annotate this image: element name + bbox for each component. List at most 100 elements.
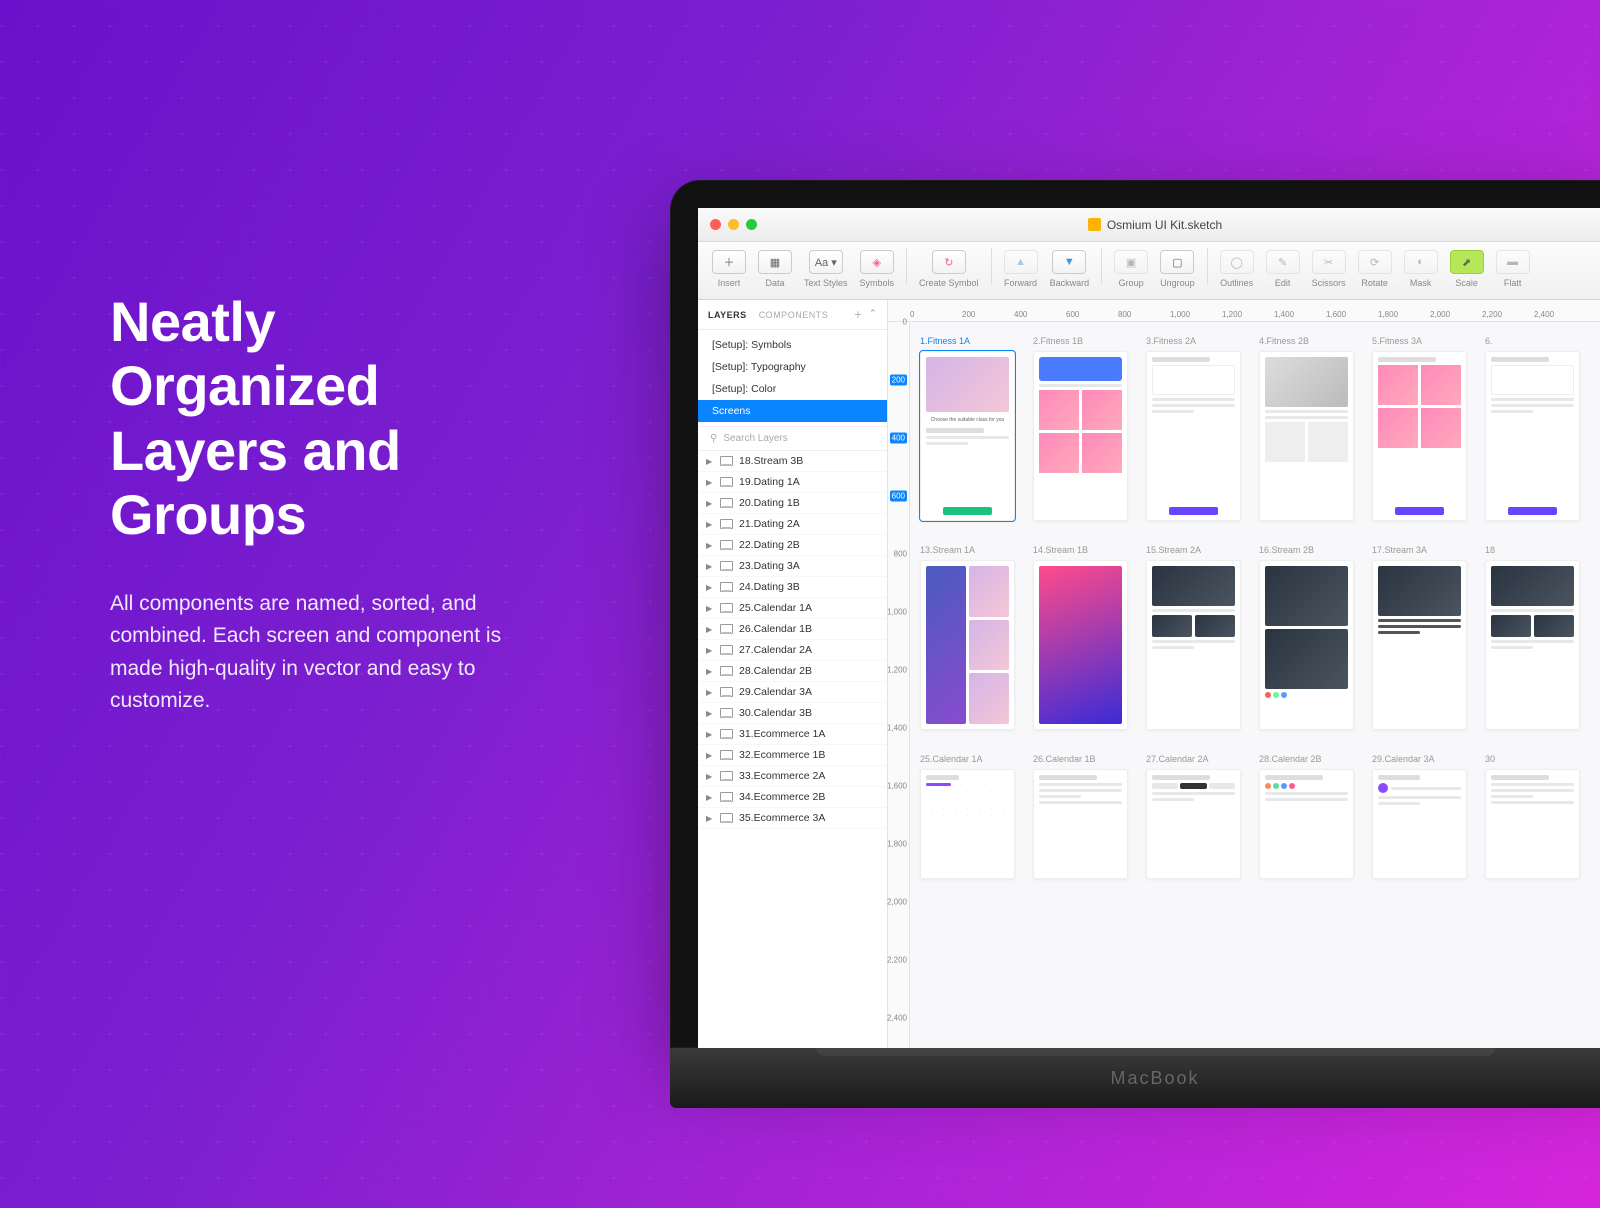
page-item[interactable]: [Setup]: Color (698, 378, 887, 400)
layer-item[interactable]: ▶26.Calendar 1B (698, 619, 887, 640)
tb-textstyles[interactable]: Aa ▾ Text Styles (800, 248, 852, 288)
artboard[interactable]: 2.Fitness 1B (1033, 336, 1128, 521)
artboard[interactable]: 29.Calendar 3A (1372, 754, 1467, 879)
disclosure-icon[interactable]: ▶ (706, 520, 714, 529)
artboard-icon (720, 687, 733, 697)
layer-item[interactable]: ▶27.Calendar 2A (698, 640, 887, 661)
tb-insert[interactable]: ＋ Insert (708, 248, 750, 288)
tab-components[interactable]: COMPONENTS (759, 310, 829, 320)
disclosure-icon[interactable]: ▶ (706, 772, 714, 781)
layer-item[interactable]: ▶20.Dating 1B (698, 493, 887, 514)
disclosure-icon[interactable]: ▶ (706, 751, 714, 760)
disclosure-icon[interactable]: ▶ (706, 457, 714, 466)
artboard[interactable]: 3.Fitness 2A (1146, 336, 1241, 521)
tb-forward[interactable]: ▲ Forward (1000, 248, 1042, 288)
layer-item[interactable]: ▶35.Ecommerce 3A (698, 808, 887, 829)
artboard[interactable]: 27.Calendar 2A (1146, 754, 1241, 879)
tb-outlines[interactable]: ◯ Outlines (1216, 248, 1258, 288)
tb-rotate[interactable]: ⟳ Rotate (1354, 248, 1396, 288)
disclosure-icon[interactable]: ▶ (706, 583, 714, 592)
artboard[interactable]: 25.Calendar 1A ··························… (920, 754, 1015, 879)
layer-item[interactable]: ▶34.Ecommerce 2B (698, 787, 887, 808)
tb-group[interactable]: ▣ Group (1110, 248, 1152, 288)
artboard-icon (720, 771, 733, 781)
page-item[interactable]: Screens (698, 400, 887, 422)
page-item[interactable]: [Setup]: Typography (698, 356, 887, 378)
tb-create-symbol[interactable]: ↻ Create Symbol (915, 248, 983, 288)
tb-edit[interactable]: ✎ Edit (1262, 248, 1304, 288)
artboard[interactable]: 6. (1485, 336, 1580, 521)
layer-search[interactable]: ⚲ Search Layers (698, 426, 887, 451)
disclosure-icon[interactable]: ▶ (706, 604, 714, 613)
close-icon[interactable] (710, 219, 721, 230)
artboard[interactable]: 4.Fitness 2B (1259, 336, 1354, 521)
tb-backward[interactable]: ▼ Backward (1046, 248, 1094, 288)
layer-item[interactable]: ▶25.Calendar 1A (698, 598, 887, 619)
artboard[interactable]: 28.Calendar 2B (1259, 754, 1354, 879)
layer-item[interactable]: ▶29.Calendar 3A (698, 682, 887, 703)
toolbar: ＋ Insert ▦ Data Aa ▾ Text Styles ◈ Symbo… (698, 242, 1600, 300)
tb-symbols[interactable]: ◈ Symbols (856, 248, 899, 288)
disclosure-icon[interactable]: ▶ (706, 730, 714, 739)
artboard-thumb: ··································· (920, 769, 1015, 879)
artboard-label: 26.Calendar 1B (1033, 754, 1128, 764)
tb-mask[interactable]: ◐ Mask (1400, 248, 1442, 288)
layer-item[interactable]: ▶30.Calendar 3B (698, 703, 887, 724)
maximize-icon[interactable] (746, 219, 757, 230)
artboard[interactable]: 26.Calendar 1B (1033, 754, 1128, 879)
laptop-base: MacBook (670, 1048, 1600, 1108)
disclosure-icon[interactable]: ▶ (706, 793, 714, 802)
artboard-thumb (1372, 769, 1467, 879)
disclosure-icon[interactable]: ▶ (706, 478, 714, 487)
artboard-label: 28.Calendar 2B (1259, 754, 1354, 764)
disclosure-icon[interactable]: ▶ (706, 562, 714, 571)
artboard[interactable]: 30 (1485, 754, 1580, 879)
layer-item[interactable]: ▶32.Ecommerce 1B (698, 745, 887, 766)
hero-body: All components are named, sorted, and co… (110, 588, 550, 718)
traffic-lights[interactable] (710, 219, 757, 230)
artboard[interactable]: 14.Stream 1B (1033, 545, 1128, 730)
artboard[interactable]: 18 (1485, 545, 1580, 730)
layer-item[interactable]: ▶28.Calendar 2B (698, 661, 887, 682)
add-page-icon[interactable]: ＋ (853, 308, 863, 321)
artboard-icon (720, 477, 733, 487)
layer-item[interactable]: ▶23.Dating 3A (698, 556, 887, 577)
layer-item[interactable]: ▶19.Dating 1A (698, 472, 887, 493)
tb-scale[interactable]: ⬈ Scale (1446, 248, 1488, 288)
disclosure-icon[interactable]: ▶ (706, 625, 714, 634)
disclosure-icon[interactable]: ▶ (706, 709, 714, 718)
tb-flatten[interactable]: ▬ Flatt (1492, 248, 1534, 288)
artboard-icon (720, 666, 733, 676)
layer-item[interactable]: ▶18.Stream 3B (698, 451, 887, 472)
tb-data[interactable]: ▦ Data (754, 248, 796, 288)
disclosure-icon[interactable]: ▶ (706, 646, 714, 655)
window-title: Osmium UI Kit.sketch (698, 218, 1600, 232)
artboard[interactable]: 1.Fitness 1AChoose the suitable class fo… (920, 336, 1015, 521)
page-item[interactable]: [Setup]: Symbols (698, 334, 887, 356)
artboard-label: 25.Calendar 1A (920, 754, 1015, 764)
layer-item[interactable]: ▶31.Ecommerce 1A (698, 724, 887, 745)
layer-item[interactable]: ▶21.Dating 2A (698, 514, 887, 535)
artboard[interactable]: 15.Stream 2A (1146, 545, 1241, 730)
artboard[interactable]: 16.Stream 2B (1259, 545, 1354, 730)
layer-item[interactable]: ▶22.Dating 2B (698, 535, 887, 556)
canvas[interactable]: 1.Fitness 1AChoose the suitable class fo… (910, 322, 1600, 1048)
titlebar: Osmium UI Kit.sketch (698, 208, 1600, 242)
artboard-icon (720, 603, 733, 613)
collapse-icon[interactable]: ⌃ (869, 308, 877, 321)
minimize-icon[interactable] (728, 219, 739, 230)
disclosure-icon[interactable]: ▶ (706, 499, 714, 508)
layer-item[interactable]: ▶33.Ecommerce 2A (698, 766, 887, 787)
tab-layers[interactable]: LAYERS (708, 310, 747, 320)
disclosure-icon[interactable]: ▶ (706, 688, 714, 697)
disclosure-icon[interactable]: ▶ (706, 667, 714, 676)
tb-scissors[interactable]: ✂ Scissors (1308, 248, 1350, 288)
artboard-label: 3.Fitness 2A (1146, 336, 1241, 346)
artboard[interactable]: 5.Fitness 3A (1372, 336, 1467, 521)
tb-ungroup[interactable]: ▢ Ungroup (1156, 248, 1199, 288)
artboard[interactable]: 17.Stream 3A (1372, 545, 1467, 730)
artboard[interactable]: 13.Stream 1A (920, 545, 1015, 730)
disclosure-icon[interactable]: ▶ (706, 814, 714, 823)
layer-item[interactable]: ▶24.Dating 3B (698, 577, 887, 598)
disclosure-icon[interactable]: ▶ (706, 541, 714, 550)
